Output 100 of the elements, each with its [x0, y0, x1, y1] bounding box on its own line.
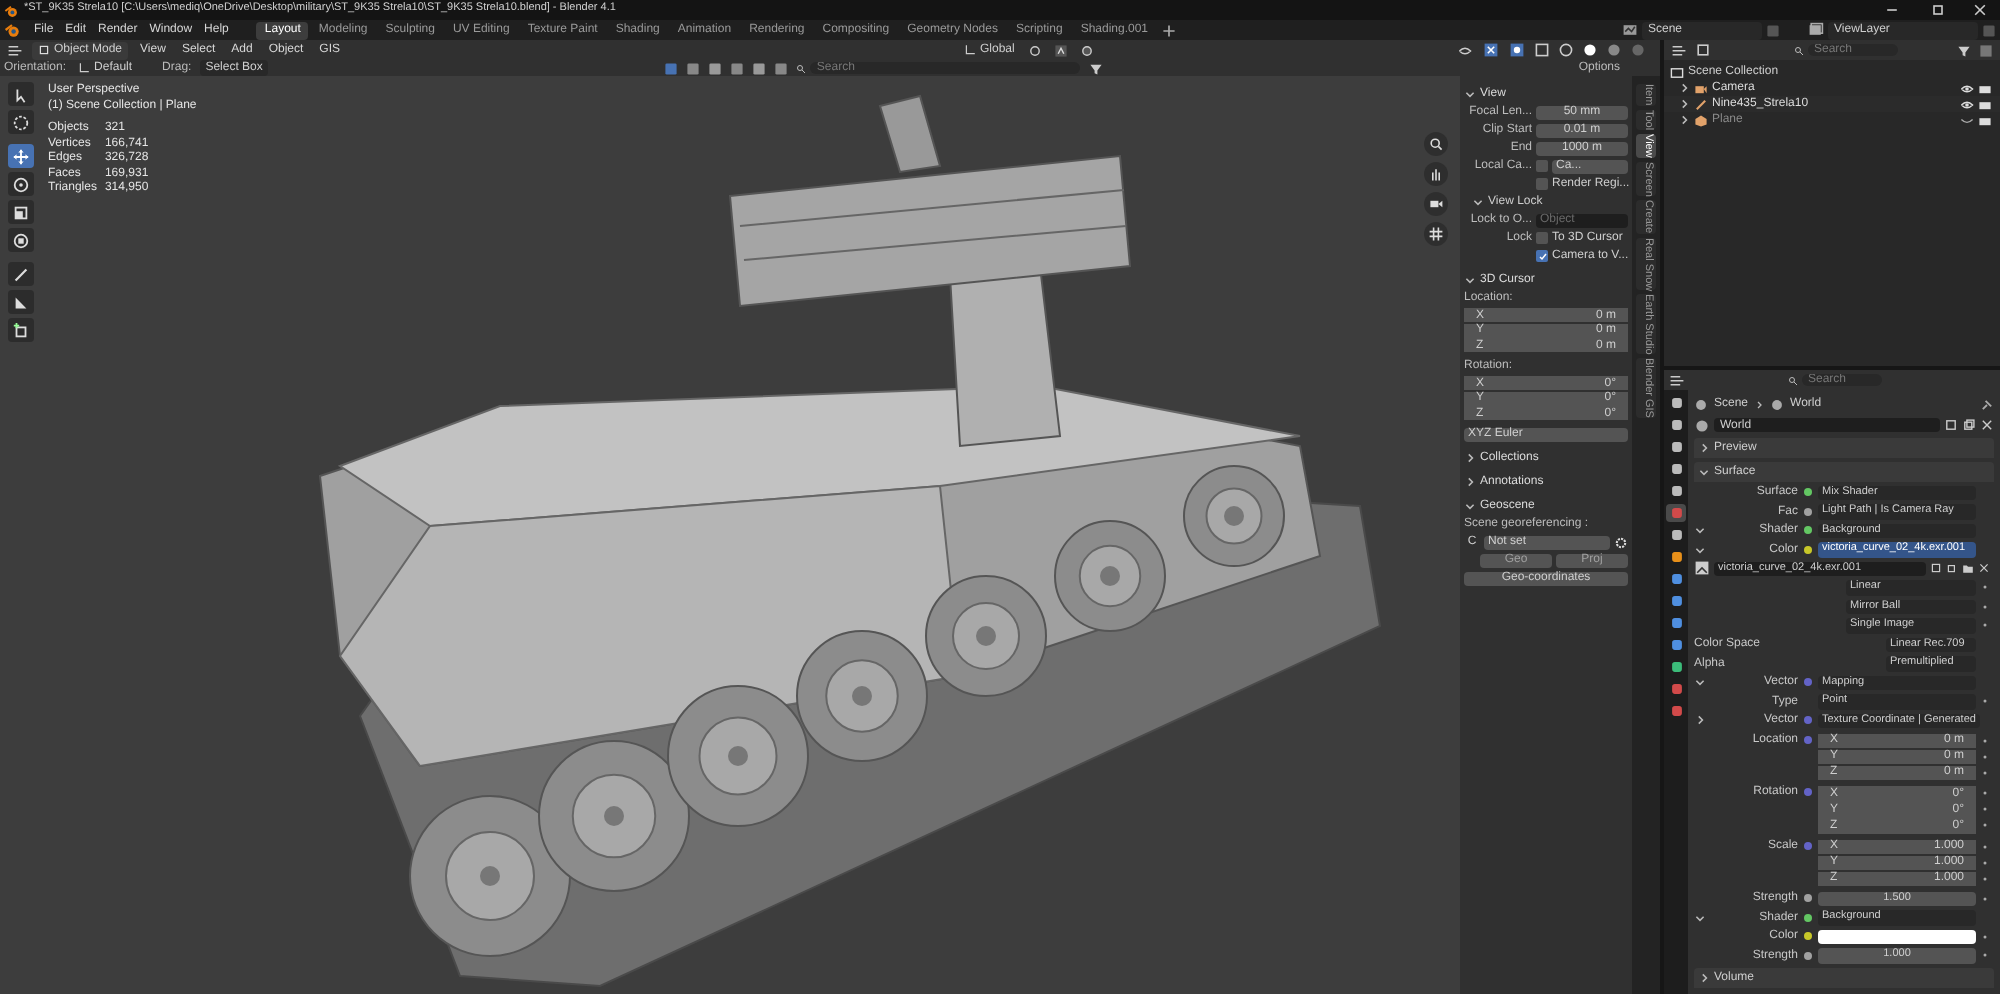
properties-tab[interactable]: [1666, 570, 1686, 588]
axes-icon: [78, 62, 91, 74]
pencil-icon: [12, 265, 30, 283]
eye-icon[interactable]: [1960, 81, 1974, 95]
maximize-icon[interactable]: [1930, 2, 1946, 18]
keyframe-dot-icon[interactable]: [1980, 582, 1990, 593]
keyframe-dot-icon[interactable]: [1980, 751, 1990, 761]
blender-logo-icon[interactable]: [4, 22, 20, 38]
tool-button[interactable]: [8, 318, 34, 342]
fake-user-icon[interactable]: [1944, 418, 1958, 432]
zoom-icon: [1428, 136, 1444, 152]
keyframe-dot-icon[interactable]: [1980, 735, 1990, 745]
tool-button[interactable]: [8, 82, 34, 106]
properties-tab[interactable]: [1666, 658, 1686, 676]
keyframe-dot-icon[interactable]: [1980, 820, 1990, 830]
proportional-edit-icon[interactable]: [1078, 43, 1097, 57]
keyframe-dot-icon[interactable]: [1980, 931, 1990, 942]
editor-type-icon[interactable]: [6, 42, 24, 58]
properties-tab[interactable]: [1666, 394, 1686, 412]
fake-user-icon[interactable]: [1930, 562, 1942, 575]
close-icon[interactable]: [1980, 418, 1994, 432]
wireframe-shading-icon[interactable]: [1558, 42, 1574, 58]
checkbox[interactable]: [1536, 160, 1548, 172]
scale-icon: [12, 203, 30, 221]
properties-tab[interactable]: [1666, 636, 1686, 654]
eye-icon[interactable]: [1960, 97, 1974, 111]
add-cube-icon: [12, 321, 30, 339]
xray-icon[interactable]: [1534, 42, 1550, 58]
gizmo-icon[interactable]: [1482, 42, 1500, 58]
checkbox[interactable]: [1536, 232, 1548, 244]
checkbox[interactable]: [1536, 178, 1548, 190]
move-icon: [12, 147, 30, 165]
editor-type-icon[interactable]: [1670, 42, 1688, 58]
tool-button[interactable]: [8, 200, 34, 224]
color-swatch[interactable]: [1818, 929, 1976, 944]
properties-tab[interactable]: [1666, 482, 1686, 500]
material-shading-icon[interactable]: [1606, 42, 1622, 58]
navigation-button[interactable]: [1424, 222, 1448, 246]
armature-icon: [1694, 97, 1708, 111]
overlays-icon[interactable]: [1508, 42, 1526, 58]
tool-button[interactable]: [8, 228, 34, 252]
keyframe-dot-icon[interactable]: [1980, 873, 1990, 883]
cursor-icon: [12, 113, 30, 131]
properties-tab[interactable]: [1666, 548, 1686, 566]
properties-tab[interactable]: [1666, 460, 1686, 478]
properties-tab[interactable]: [1666, 438, 1686, 456]
chevron-right-icon: [1754, 399, 1765, 409]
blender-logo-icon: [4, 3, 18, 17]
properties-tab[interactable]: [1666, 592, 1686, 610]
tool-button[interactable]: [8, 110, 34, 134]
snap-icon[interactable]: [1052, 43, 1071, 57]
properties-tab[interactable]: [1666, 526, 1686, 544]
close-icon[interactable]: [1972, 2, 1988, 18]
duplicate-icon[interactable]: [1962, 418, 1976, 432]
keyframe-dot-icon[interactable]: [1980, 620, 1990, 631]
checkbox[interactable]: [1536, 250, 1548, 262]
properties-tab[interactable]: [1666, 680, 1686, 698]
tool-button[interactable]: [8, 290, 34, 314]
duplicate-icon[interactable]: [1946, 562, 1958, 575]
keyframe-dot-icon[interactable]: [1980, 601, 1990, 612]
transform-icon: [12, 231, 30, 249]
ruler-icon: [12, 293, 30, 311]
solid-shading-icon[interactable]: [1582, 42, 1598, 58]
axes-icon: [964, 44, 976, 56]
tool-button[interactable]: [8, 144, 34, 168]
properties-tab[interactable]: [1666, 614, 1686, 632]
close-icon[interactable]: [1978, 562, 1990, 575]
display-mode-icon[interactable]: [1694, 42, 1712, 58]
navigation-button[interactable]: [1424, 162, 1448, 186]
open-folder-icon[interactable]: [1962, 562, 1974, 575]
properties-tab[interactable]: [1666, 702, 1686, 720]
add-icon[interactable]: [1162, 23, 1177, 37]
tool-button[interactable]: [8, 262, 34, 286]
navigation-button[interactable]: [1424, 192, 1448, 216]
search-icon: [796, 63, 807, 73]
image-icon[interactable]: [1694, 560, 1710, 577]
rotate-icon: [12, 175, 30, 193]
properties-tab[interactable]: [1666, 416, 1686, 434]
search-icon: [1788, 375, 1798, 385]
keyframe-dot-icon[interactable]: [1980, 857, 1990, 867]
keyframe-dot-icon[interactable]: [1980, 788, 1990, 798]
editor-type-icon[interactable]: [1668, 372, 1686, 388]
pivot-icon[interactable]: [1026, 43, 1045, 57]
tool-button[interactable]: [8, 172, 34, 196]
settings-icon[interactable]: [1614, 535, 1628, 549]
pin-icon[interactable]: [1980, 397, 1994, 411]
hand-icon: [1428, 166, 1444, 182]
keyframe-dot-icon[interactable]: [1980, 841, 1990, 851]
visibility-icon[interactable]: [1456, 43, 1474, 57]
collection-box-icon: [1670, 65, 1684, 79]
keyframe-dot-icon[interactable]: [1980, 696, 1990, 707]
keyframe-dot-icon[interactable]: [1980, 767, 1990, 777]
keyframe-dot-icon[interactable]: [1980, 950, 1990, 961]
search-icon: [1794, 45, 1804, 55]
navigation-button[interactable]: [1424, 132, 1448, 156]
keyframe-dot-icon[interactable]: [1980, 893, 1990, 904]
cube-icon: [38, 44, 50, 56]
closed-eye-icon[interactable]: [1960, 113, 1974, 127]
keyframe-dot-icon[interactable]: [1980, 804, 1990, 814]
checkmark-icon: [1537, 251, 1547, 261]
